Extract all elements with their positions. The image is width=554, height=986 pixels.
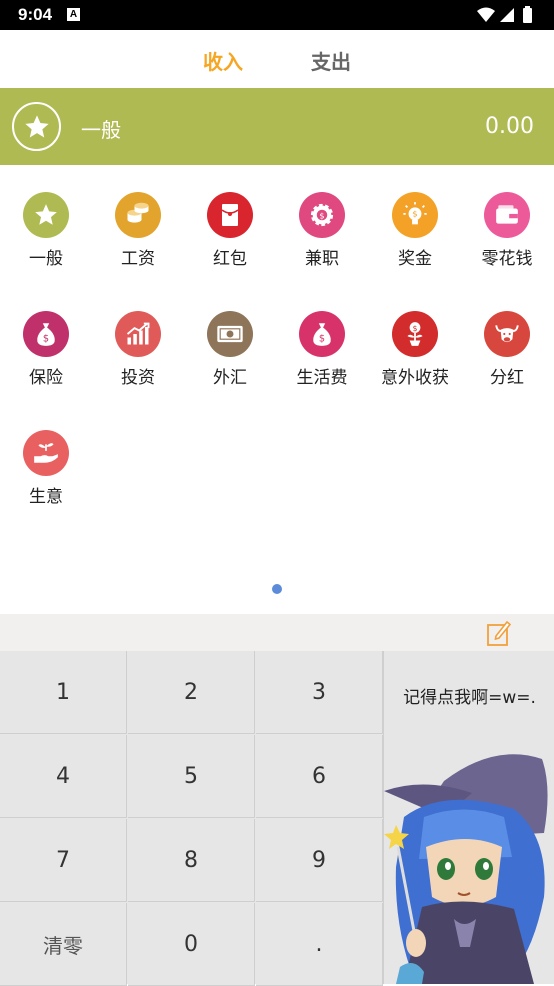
tab-income[interactable]: 收入 [203,46,243,75]
key-3[interactable]: 3 [256,651,383,734]
money-bag-icon: $ [23,311,69,357]
category-label: 奖金 [398,249,432,269]
svg-text:$: $ [319,334,325,345]
category-item[interactable]: 分红 [461,311,553,388]
battery-icon [523,8,532,23]
star-icon [12,102,61,151]
key-4[interactable]: 4 [0,735,127,818]
money-plant-icon: $ [392,311,438,357]
category-item[interactable]: $ 保险 [0,311,92,388]
category-label: 意外收获 [381,368,449,388]
svg-text:$: $ [412,209,417,219]
numeric-keypad: 1 2 3 4 5 6 7 8 9 清零 0 . [0,651,383,986]
category-item[interactable]: $ 兼职 [276,192,368,269]
key-7[interactable]: 7 [0,819,127,902]
wifi-icon [477,7,495,22]
page-indicator-dot [272,584,282,594]
signal-icon [500,8,514,22]
confirm-hint-text: 记得点我啊=w=. [403,688,536,708]
category-item[interactable]: $ 意外收获 [369,311,461,388]
category-item[interactable]: 工资 [92,192,184,269]
category-item[interactable]: 外汇 [184,311,276,388]
selected-category-bar: 一般 0.00 [0,88,554,165]
money-bag-icon: $ [299,311,345,357]
status-bar: 9:04 A [0,0,554,30]
category-item[interactable]: $ 奖金 [369,192,461,269]
svg-text:$: $ [413,324,418,333]
key-1[interactable]: 1 [0,651,127,734]
tab-bar: 收入 支出 [0,30,554,88]
hand-sprout-icon [23,430,69,476]
coins-icon [115,192,161,238]
svg-text:$: $ [319,211,324,221]
category-label: 保险 [29,368,63,388]
category-label: 红包 [213,249,247,269]
category-item[interactable]: 红包 [184,192,276,269]
category-item[interactable]: 生意 [0,430,92,507]
category-label: 工资 [121,249,155,269]
category-label: 零花钱 [481,249,533,269]
edit-note-icon[interactable] [486,619,512,647]
confirm-button[interactable]: 记得点我啊=w=. [383,651,554,984]
key-decimal[interactable]: . [256,903,383,986]
category-item[interactable]: 零花钱 [461,192,553,269]
category-label: 外汇 [213,368,247,388]
key-9[interactable]: 9 [256,819,383,902]
bulb-coin-icon: $ [392,192,438,238]
selected-category-name: 一般 [81,118,121,142]
notification-icon: A [67,8,80,21]
wallet-icon [484,192,530,238]
key-2[interactable]: 2 [128,651,255,734]
red-envelope-icon [207,192,253,238]
category-label: 兼职 [305,249,339,269]
bull-icon [484,311,530,357]
category-label: 一般 [29,249,63,269]
category-item[interactable]: $ 生活费 [276,311,368,388]
category-item[interactable]: 投资 [92,311,184,388]
category-item[interactable]: 一般 [0,192,92,269]
clear-button[interactable]: 清零 [0,903,127,986]
key-6[interactable]: 6 [256,735,383,818]
key-0[interactable]: 0 [128,903,255,986]
chart-up-icon [115,311,161,357]
category-label: 生活费 [296,368,348,388]
status-icons [477,6,532,23]
category-label: 分红 [490,368,524,388]
star-icon [23,192,69,238]
status-time: 9:04 [18,5,53,24]
category-label: 生意 [29,487,63,507]
category-grid: 一般 工资 红包 $ 兼职 $ 奖金 零花钱 $ 保险 投资 外汇 $ 生活费 … [0,165,554,615]
banknote-icon [207,311,253,357]
key-5[interactable]: 5 [128,735,255,818]
svg-text:$: $ [43,334,49,345]
gear-coin-icon: $ [299,192,345,238]
tab-expense[interactable]: 支出 [311,46,351,75]
keypad-toolbar [0,614,554,651]
category-label: 投资 [121,368,155,388]
amount-display: 0.00 [485,114,534,139]
key-8[interactable]: 8 [128,819,255,902]
mascot-illustration [384,754,548,984]
